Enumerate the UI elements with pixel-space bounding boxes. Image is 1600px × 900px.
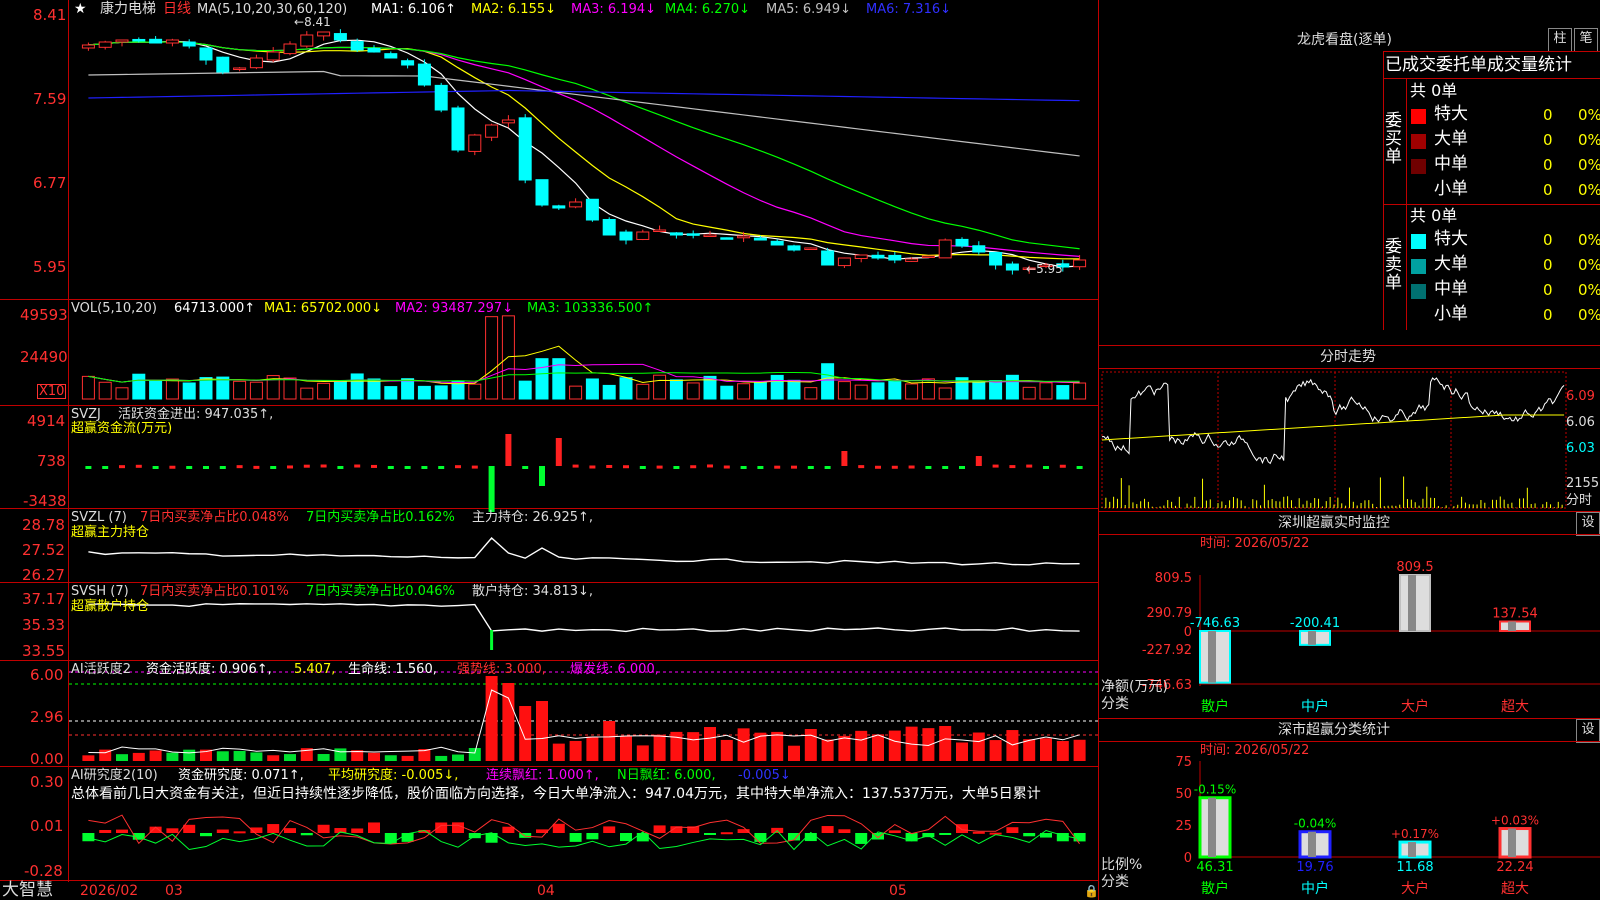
classify-side-label: 分类 [1101, 874, 1129, 890]
classify-change: +0.17% [1391, 827, 1439, 841]
classify-side-label: 比例% [1101, 857, 1143, 873]
classify-change: -0.04% [1294, 817, 1336, 831]
classify-value: 11.68 [1396, 860, 1433, 875]
classify-y-tick: 50 [1175, 787, 1192, 802]
classify-category: 散户 [1201, 880, 1229, 897]
classify-bar-shade [1408, 842, 1416, 857]
classify-value: 19.76 [1296, 860, 1333, 875]
classify-value: 46.31 [1196, 860, 1233, 875]
classify-y-tick: 0 [1184, 851, 1192, 866]
classify-bar-shade [1308, 831, 1316, 857]
classify-bar-shade [1508, 828, 1516, 857]
classify-y-tick: 75 [1175, 755, 1192, 770]
classify-category: 中户 [1301, 880, 1329, 897]
classify-category: 大户 [1401, 880, 1429, 897]
classify-bar-chart: 75 50 25 0 -0.15% 46.31 散户 -0.04% 19.76 中户 +0.17% 1… [1175, 755, 1600, 897]
classify-change: -0.15% [1194, 783, 1236, 797]
classify-category: 超大 [1501, 881, 1529, 897]
classify-change: +0.03% [1491, 814, 1539, 828]
classify-y-tick: 25 [1175, 819, 1192, 834]
classify-value: 22.24 [1496, 860, 1533, 875]
classify-bar-shade [1208, 797, 1216, 857]
